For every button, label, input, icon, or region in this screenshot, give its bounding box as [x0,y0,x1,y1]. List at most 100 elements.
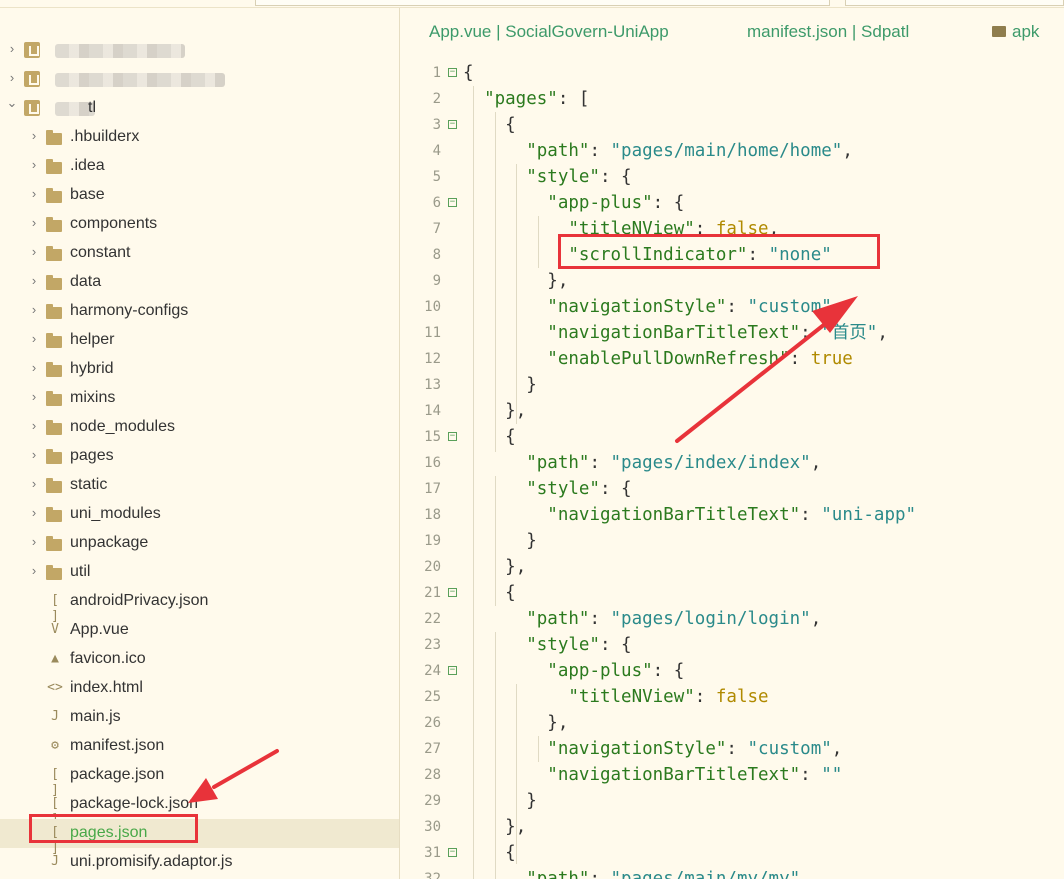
project-item-3[interactable]: ⌄ tl [0,94,399,123]
folder-item[interactable]: › .idea [0,152,399,181]
code-line[interactable]: 20 }, [401,554,1064,580]
code-line[interactable]: 13 } [401,372,1064,398]
folder-item[interactable]: › unpackage [0,529,399,558]
code-line[interactable]: 1−{ [401,60,1064,86]
chevron-down-icon[interactable]: ⌄ [5,96,19,110]
chevron-right-icon[interactable]: › [27,274,41,288]
chevron-right-icon[interactable]: › [27,245,41,259]
file-item[interactable]: ▲ favicon.ico [0,645,399,674]
folder-item[interactable]: › helper [0,326,399,355]
code-line[interactable]: 32 "path": "pages/main/my/my", [401,866,1064,879]
file-item[interactable]: Jmain.js [0,703,399,732]
code-line[interactable]: 27 "navigationStyle": "custom", [401,736,1064,762]
code-line[interactable]: 21− { [401,580,1064,606]
code-line[interactable]: 24− "app-plus": { [401,658,1064,684]
chevron-right-icon[interactable]: › [27,448,41,462]
folder-item[interactable]: › .hbuilderx [0,123,399,152]
chevron-right-icon[interactable]: › [27,564,41,578]
code-line[interactable]: 26 }, [401,710,1064,736]
folder-item[interactable]: › constant [0,239,399,268]
project-item-1[interactable]: › [0,36,399,65]
folder-item[interactable]: › mixins [0,384,399,413]
chevron-right-icon[interactable]: › [5,71,19,85]
fold-toggle-icon[interactable]: − [448,848,457,857]
code-text: "navigationBarTitleText": "uni-app" [547,505,917,525]
folder-item[interactable]: › base [0,181,399,210]
project-item-2[interactable]: › [0,65,399,94]
code-line[interactable]: 31− { [401,840,1064,866]
file-label: index.html [70,679,143,696]
fold-toggle-icon[interactable]: − [448,432,457,441]
code-line[interactable]: 4 "path": "pages/main/home/home", [401,138,1064,164]
editor-tab-2[interactable]: manifest.json | Sdpatl [747,22,909,42]
code-line[interactable]: 14 }, [401,398,1064,424]
json-icon: [ ] [51,593,59,624]
code-line[interactable]: 12 "enablePullDownRefresh": true [401,346,1064,372]
code-line[interactable]: 2 "pages": [ [401,86,1064,112]
folder-item[interactable]: › harmony-configs [0,297,399,326]
code-line[interactable]: 15− { [401,424,1064,450]
folder-item[interactable]: › node_modules [0,413,399,442]
closed-projects-section[interactable]: ›已关闭项目 [0,871,399,879]
editor-tab-3[interactable]: apk [992,22,1039,42]
fold-toggle-icon[interactable]: − [448,198,457,207]
folder-item[interactable]: › data [0,268,399,297]
code-editor[interactable]: App.vue | SocialGovern-UniApp manifest.js… [401,8,1064,879]
code-line[interactable]: 22 "path": "pages/login/login", [401,606,1064,632]
chevron-right-icon[interactable]: › [27,129,41,143]
highlight-pages-json [29,814,198,843]
code-line[interactable]: 10 "navigationStyle": "custom", [401,294,1064,320]
toolbar-input-fragment-right[interactable] [845,0,1064,6]
code-line[interactable]: 30 }, [401,814,1064,840]
editor-tab-1[interactable]: App.vue | SocialGovern-UniApp [429,22,669,42]
code-line[interactable]: 11 "navigationBarTitleText": "首页", [401,320,1064,346]
code-line[interactable]: 6− "app-plus": { [401,190,1064,216]
code-line[interactable]: 3− { [401,112,1064,138]
folder-item[interactable]: › hybrid [0,355,399,384]
code-line[interactable]: 5 "style": { [401,164,1064,190]
code-line[interactable]: 9 }, [401,268,1064,294]
chevron-right-icon[interactable]: › [27,216,41,230]
code-line[interactable]: 17 "style": { [401,476,1064,502]
chevron-right-icon[interactable]: › [27,187,41,201]
folder-item[interactable]: › pages [0,442,399,471]
line-number: 10 [424,299,441,315]
code-line[interactable]: 23 "style": { [401,632,1064,658]
code-text: { [463,63,474,83]
folder-item[interactable]: › uni_modules [0,500,399,529]
chevron-right-icon[interactable]: › [27,390,41,404]
fold-toggle-icon[interactable]: − [448,68,457,77]
code-line[interactable]: 19 } [401,528,1064,554]
folder-item[interactable]: › util [0,558,399,587]
toolbar-input-fragment[interactable] [255,0,830,6]
code-line[interactable]: 25 "titleNView": false [401,684,1064,710]
code-line[interactable]: 16 "path": "pages/index/index", [401,450,1064,476]
project-label: tl [88,99,96,116]
chevron-right-icon[interactable]: › [27,477,41,491]
file-item[interactable]: <> index.html [0,674,399,703]
chevron-right-icon[interactable]: › [27,361,41,375]
chevron-right-icon[interactable]: › [27,419,41,433]
folder-item[interactable]: › static [0,471,399,500]
folder-item[interactable]: › components [0,210,399,239]
file-item[interactable]: [ ] androidPrivacy.json [0,587,399,624]
manifest-file-icon: ⚙ [51,738,59,753]
chevron-right-icon[interactable]: › [27,332,41,346]
code-line[interactable]: 18 "navigationBarTitleText": "uni-app" [401,502,1064,528]
code-line[interactable]: 29 } [401,788,1064,814]
folder-icon [46,130,62,145]
file-item[interactable]: V App.vue [0,616,399,645]
chevron-right-icon[interactable]: › [27,303,41,317]
code-line[interactable]: 28 "navigationBarTitleText": "" [401,762,1064,788]
fold-toggle-icon[interactable]: − [448,666,457,675]
fold-toggle-icon[interactable]: − [448,120,457,129]
chevron-right-icon[interactable]: › [27,506,41,520]
file-item[interactable]: [ ] package.json [0,761,399,798]
chevron-right-icon[interactable]: › [27,158,41,172]
code-text: "navigationStyle": "custom", [547,739,843,759]
fold-toggle-icon[interactable]: − [448,588,457,597]
line-number: 27 [424,741,441,757]
chevron-right-icon[interactable]: › [5,42,19,56]
chevron-right-icon[interactable]: › [27,535,41,549]
file-item[interactable]: ⚙ manifest.json [0,732,399,761]
